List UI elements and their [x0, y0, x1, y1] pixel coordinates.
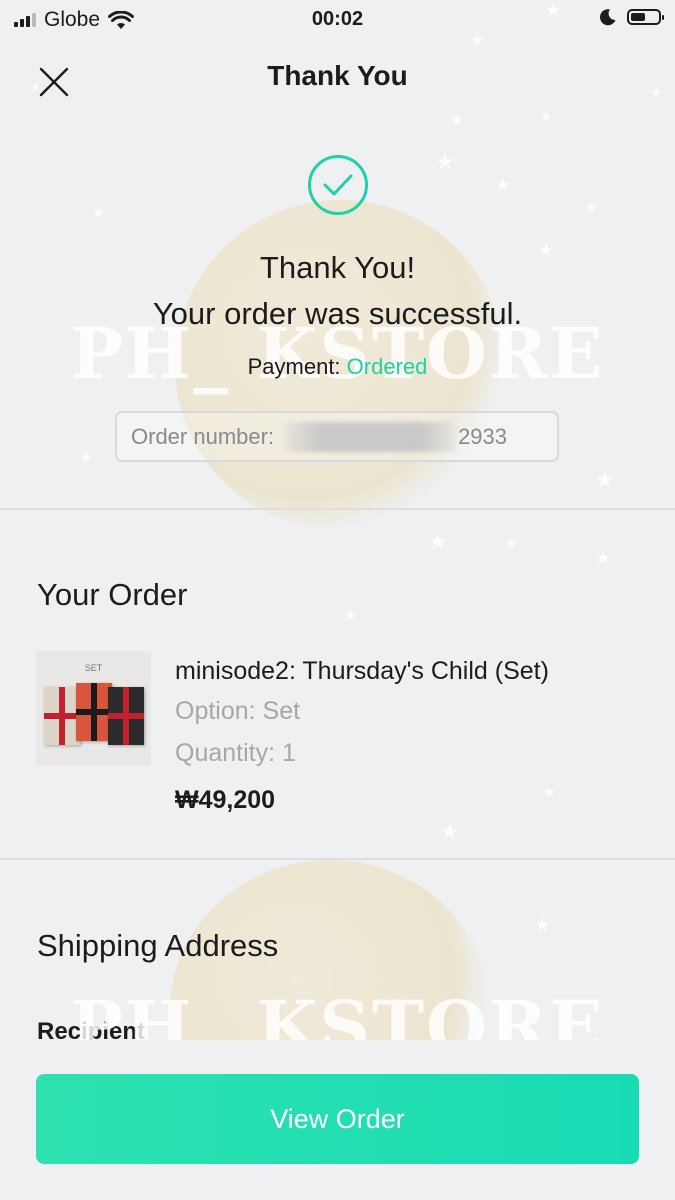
view-order-button[interactable]: View Order — [36, 1074, 639, 1164]
status-time: 00:02 — [311, 8, 364, 30]
nav-bar: Thank You — [0, 50, 675, 104]
product-price: ₩49,200 — [175, 786, 276, 814]
star-decoration: ★ — [540, 110, 552, 125]
star-decoration: ★ — [92, 205, 105, 221]
star-decoration: ★ — [343, 605, 358, 624]
star-decoration: ★ — [534, 915, 551, 936]
star-decoration: ★ — [543, 785, 556, 801]
page-title: Thank You — [267, 60, 408, 91]
star-decoration: ★ — [505, 536, 518, 552]
star-decoration: ★ — [585, 200, 598, 216]
shipping-address-heading: Shipping Address — [37, 928, 279, 963]
section-divider — [0, 858, 675, 860]
star-decoration: ★ — [595, 468, 615, 493]
star-decoration: ★ — [80, 450, 93, 466]
star-decoration: ★ — [595, 548, 612, 569]
redacted-order-number — [284, 421, 457, 452]
moon-icon — [599, 9, 616, 26]
album-cover-1 — [44, 687, 80, 745]
status-right — [599, 8, 664, 26]
album-cover-3 — [108, 687, 144, 745]
product-thumbnail: SET — [36, 651, 151, 766]
star-decoration: ★ — [428, 530, 448, 555]
payment-status: Ordered — [346, 354, 428, 379]
star-decoration: ★ — [495, 175, 512, 196]
section-divider — [0, 508, 675, 510]
order-number-label: Order number: — [131, 423, 275, 449]
star-decoration: ★ — [440, 820, 460, 845]
album-cover-2 — [76, 683, 112, 741]
battery-icon — [627, 9, 664, 25]
check-circle-icon — [307, 154, 369, 216]
product-name: minisode2: Thursday's Child (Set) — [175, 657, 549, 685]
battery-level — [631, 13, 645, 21]
product-option: Option: Set — [175, 697, 301, 725]
recipient-label: Recipient — [37, 1018, 146, 1040]
payment-label: Payment: — [247, 354, 341, 379]
order-number-suffix: 2933 — [458, 423, 508, 449]
thank-you-heading: Thank You! — [259, 250, 416, 285]
status-bar: Globe 00:02 — [0, 0, 675, 38]
your-order-heading: Your Order — [37, 577, 188, 612]
product-quantity: Quantity: 1 — [175, 739, 296, 767]
star-decoration: ★ — [435, 150, 455, 175]
thumbnail-set-label: SET — [84, 663, 103, 673]
star-decoration: ★ — [450, 110, 465, 129]
success-message: Your order was successful. — [152, 296, 523, 331]
order-number-box: Order number: 2933 — [115, 411, 559, 462]
payment-status-row: Payment: Ordered — [0, 354, 675, 380]
